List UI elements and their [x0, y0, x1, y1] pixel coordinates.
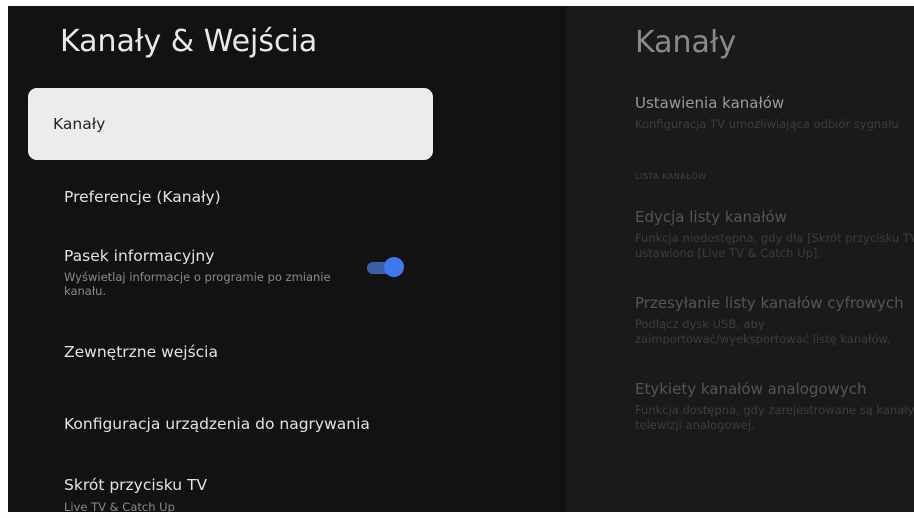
details-item-description: Funkcja dostępna, gdy zarejestrowane są … — [635, 403, 914, 432]
page-title: Kanały & Wejścia — [60, 24, 318, 59]
details-item-description: Funkcja niedostępna, gdy dla [Skrót przy… — [635, 231, 914, 260]
menu-item-kanaly[interactable]: Kanały — [28, 88, 433, 160]
menu-item-label: Preferencje (Kanały) — [64, 188, 221, 206]
menu-item-zewnetrzne-wejscia[interactable]: Zewnętrzne wejścia — [28, 343, 433, 361]
info-bar-toggle[interactable] — [367, 257, 404, 277]
menu-item-value: Live TV & Catch Up — [64, 500, 175, 512]
menu-item-skrot-przycisku-tv[interactable]: Skrót przycisku TV Live TV & Catch Up — [28, 476, 433, 512]
settings-menu-panel: Kanały & Wejścia Kanały Preferencje (Kan… — [8, 6, 448, 512]
details-item-description: Podłącz dysk USB, aby zaimportować/wyeks… — [635, 317, 891, 346]
details-item-label: Ustawienia kanałów — [635, 94, 785, 112]
details-item-label: Etykiety kanałów analogowych — [635, 380, 867, 398]
section-label: LISTA KANAŁÓW — [635, 172, 707, 181]
menu-item-preferencje[interactable]: Preferencje (Kanały) — [28, 188, 433, 206]
details-item-edycja-listy[interactable]: Edycja listy kanałów Funkcja niedostępna… — [635, 208, 914, 261]
details-item-etykiety-analogowych[interactable]: Etykiety kanałów analogowych Funkcja dos… — [635, 380, 914, 433]
details-item-label: Przesyłanie listy kanałów cyfrowych — [635, 294, 904, 312]
tv-settings-screen: Kanały & Wejścia Kanały Preferencje (Kan… — [8, 6, 914, 512]
details-item-ustawienia-kanalow[interactable]: Ustawienia kanałów Konfiguracja TV umożl… — [635, 94, 914, 132]
toggle-thumb — [384, 257, 404, 277]
menu-item-pasek-informacyjny[interactable]: Pasek informacyjny Wyświetlaj informacje… — [28, 247, 433, 298]
details-item-description: Konfiguracja TV umożliwiająca odbiór syg… — [635, 117, 899, 131]
details-item-label: Edycja listy kanałów — [635, 208, 787, 226]
details-title: Kanały — [635, 25, 737, 60]
menu-item-label: Zewnętrzne wejścia — [64, 343, 218, 361]
menu-item-label: Kanały — [53, 115, 106, 133]
menu-item-konfiguracja-nagrywania[interactable]: Konfiguracja urządzenia do nagrywania — [28, 415, 433, 433]
menu-item-description: Wyświetlaj informacje o programie po zmi… — [64, 270, 331, 298]
menu-item-label: Skrót przycisku TV — [64, 476, 208, 494]
details-panel: Kanały Ustawienia kanałów Konfiguracja T… — [566, 6, 914, 512]
details-item-przesylanie-listy[interactable]: Przesyłanie listy kanałów cyfrowych Podł… — [635, 294, 914, 347]
menu-item-label: Konfiguracja urządzenia do nagrywania — [64, 415, 370, 433]
